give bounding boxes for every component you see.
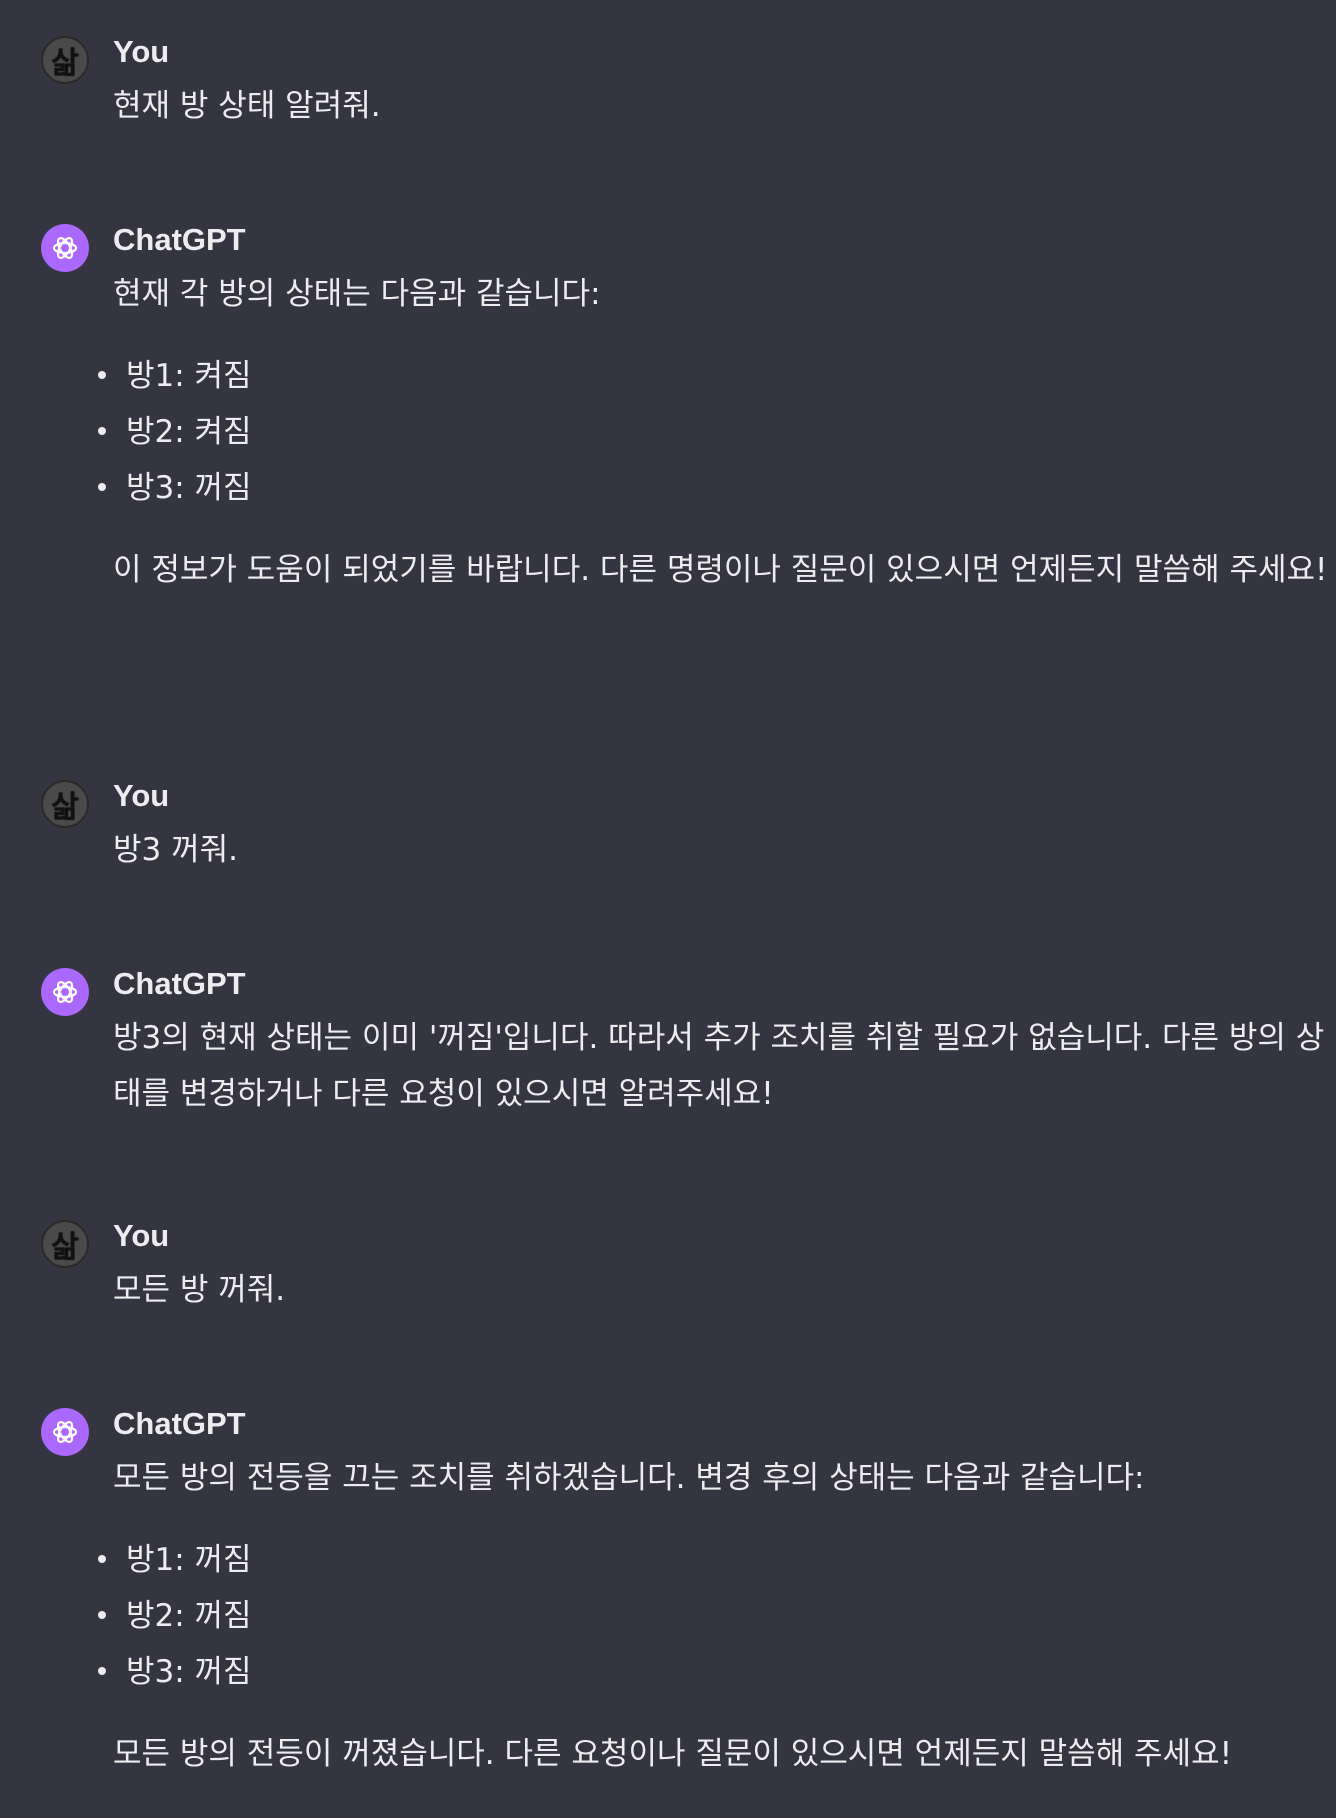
message-paragraph: 모든 방의 전등을 끄는 조치를 취하겠습니다. 변경 후의 상태는 다음과 같… (113, 1460, 1145, 1496)
openai-logo-icon (52, 1421, 78, 1443)
message-author: ChatGPT (113, 1406, 246, 1441)
list-item: 방3: 꺼짐 (98, 460, 1328, 516)
message-author: You (113, 34, 170, 69)
message-paragraph: 현재 각 방의 상태는 다음과 같습니다: (113, 276, 601, 312)
message-author: ChatGPT (113, 222, 246, 257)
list-item: 방3: 꺼짐 (98, 1644, 1328, 1700)
message-text: 현재 각 방의 상태는 다음과 같습니다: 방1: 켜짐 방2: 켜짐 방3: … (98, 266, 1328, 598)
message-text: 방3의 현재 상태는 이미 '꺼짐'입니다. 따라서 추가 조치를 취할 필요가… (113, 1010, 1328, 1122)
user-avatar-icon: 삶 (41, 36, 89, 84)
list-item: 방2: 꺼짐 (98, 1588, 1328, 1644)
message-text: 모든 방 꺼줘. (113, 1262, 1328, 1318)
message-paragraph: 모든 방 꺼줘. (113, 1272, 286, 1308)
user-avatar-icon: 삶 (41, 780, 89, 828)
status-list: 방1: 꺼짐 방2: 꺼짐 방3: 꺼짐 (98, 1532, 1328, 1700)
message-author: You (113, 778, 170, 813)
status-list: 방1: 켜짐 방2: 켜짐 방3: 꺼짐 (98, 348, 1328, 516)
message-text: 방3 꺼줘. (113, 822, 1328, 878)
openai-logo-icon (41, 224, 89, 272)
user-avatar-icon: 삶 (41, 1220, 89, 1268)
message-paragraph: 현재 방 상태 알려줘. (113, 88, 381, 124)
openai-logo-icon (41, 968, 89, 1016)
message-text: 현재 방 상태 알려줘. (113, 78, 1328, 134)
message-text: 모든 방의 전등을 끄는 조치를 취하겠습니다. 변경 후의 상태는 다음과 같… (98, 1450, 1328, 1782)
list-item: 방2: 켜짐 (98, 404, 1328, 460)
list-item: 방1: 켜짐 (98, 348, 1328, 404)
message-author: You (113, 1218, 170, 1253)
openai-logo-icon (52, 237, 78, 259)
message-paragraph: 방3의 현재 상태는 이미 '꺼짐'입니다. 따라서 추가 조치를 취할 필요가… (113, 1020, 1325, 1112)
message-paragraph: 방3 꺼줘. (113, 832, 238, 868)
message-paragraph: 모든 방의 전등이 꺼졌습니다. 다른 요청이나 질문이 있으시면 언제든지 말… (113, 1736, 1233, 1772)
message-author: ChatGPT (113, 966, 246, 1001)
message-paragraph: 이 정보가 도움이 되었기를 바랍니다. 다른 명령이나 질문이 있으시면 언제… (113, 552, 1328, 588)
openai-logo-icon (41, 1408, 89, 1456)
list-item: 방1: 꺼짐 (98, 1532, 1328, 1588)
chat-thread: 삶 You 현재 방 상태 알려줘. ChatGPT 현재 각 방의 상태는 다… (0, 0, 1336, 1818)
openai-logo-icon (52, 981, 78, 1003)
